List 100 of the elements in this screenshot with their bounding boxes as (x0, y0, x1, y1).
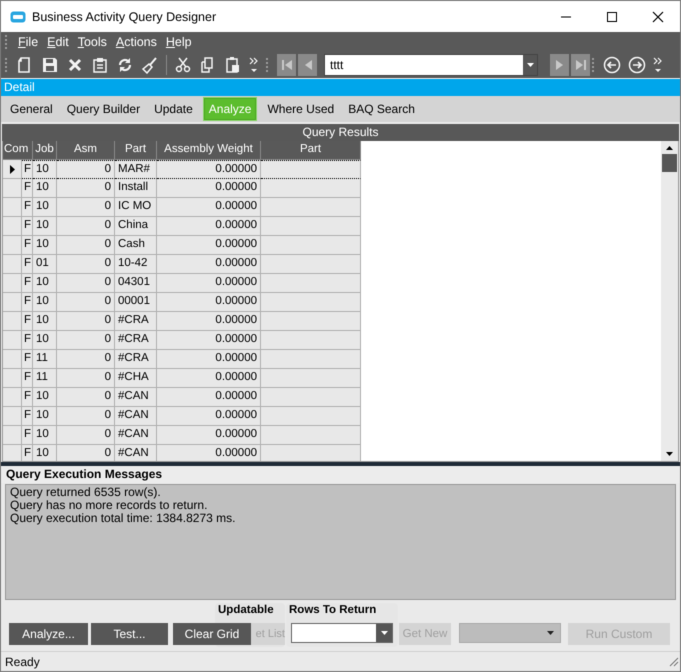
table-cell: 10 (33, 407, 57, 426)
table-cell: 0 (57, 198, 115, 217)
record-field[interactable]: tttt (324, 54, 538, 76)
rows-combo[interactable] (291, 623, 393, 643)
save-icon[interactable] (41, 56, 59, 74)
menu-item[interactable]: Edit (47, 35, 69, 49)
table-cell: F (22, 255, 33, 274)
maximize-icon[interactable] (606, 10, 618, 22)
table-cell: 10 (33, 217, 57, 236)
column-header[interactable]: Assembly Weight (157, 141, 261, 160)
table-cell: 10 (33, 312, 57, 331)
delete-icon[interactable] (66, 56, 84, 74)
column-header[interactable]: Part (261, 141, 361, 160)
table-cell: China (115, 217, 157, 236)
table-cell: 00001 (115, 293, 157, 312)
action-button[interactable]: Analyze... (9, 623, 88, 645)
table-cell: 10 (33, 388, 57, 407)
table-cell: #CRA (115, 331, 157, 350)
last-record-icon[interactable] (574, 58, 588, 72)
dropdown-arrow-icon (547, 631, 554, 635)
next-record-button[interactable] (550, 54, 569, 76)
overflow-icon[interactable] (653, 56, 663, 74)
table-cell: 0 (57, 312, 115, 331)
close-icon[interactable] (652, 10, 664, 22)
action-button[interactable]: Test... (91, 623, 168, 645)
dropdown-arrow-icon (526, 63, 534, 67)
last-record-button[interactable] (571, 54, 590, 76)
table-cell: 11 (33, 369, 57, 388)
table-cell: 0.00000 (157, 331, 261, 350)
panel-title: Updatable (218, 604, 274, 616)
overflow-icon[interactable] (249, 56, 259, 74)
table-cell: F (22, 312, 33, 331)
table-cell: 0.00000 (157, 388, 261, 407)
menu-item[interactable]: Actions (116, 35, 157, 49)
table-cell: F (22, 160, 33, 179)
tab[interactable]: Query Builder (60, 99, 148, 119)
table-cell: 0 (57, 236, 115, 255)
table-cell: #CHA (115, 369, 157, 388)
current-row-icon (10, 164, 14, 174)
table-cell: 01 (33, 255, 57, 274)
scroll-up-icon[interactable] (666, 146, 674, 150)
table-cell: 10 (33, 426, 57, 445)
menu-item[interactable]: Help (166, 35, 192, 49)
table-cell: F (22, 236, 33, 255)
table-cell: 0 (57, 369, 115, 388)
first-record-button[interactable] (277, 54, 296, 76)
scroll-down-icon[interactable] (666, 452, 674, 456)
table-cell: Cash (115, 236, 157, 255)
scissors-icon[interactable] (174, 56, 192, 74)
status-text: Ready (5, 655, 40, 669)
tab[interactable]: General (3, 99, 60, 119)
table-cell: 10 (33, 331, 57, 350)
table-cell: 10 (33, 160, 57, 179)
action-button[interactable]: Clear Grid (173, 623, 251, 645)
scroll-thumb[interactable] (662, 154, 678, 172)
table-cell: 11 (33, 350, 57, 369)
table-cell: 10 (33, 293, 57, 312)
column-header[interactable]: Com (3, 141, 33, 160)
menu-item[interactable]: File (18, 35, 38, 49)
tab[interactable]: Update (147, 99, 200, 119)
table-cell: 0.00000 (157, 198, 261, 217)
table-cell: IC MO (115, 198, 157, 217)
app-icon (10, 10, 26, 22)
first-record-icon[interactable] (280, 58, 294, 72)
clipboard-icon[interactable] (91, 56, 109, 74)
dropdown-arrow-icon (380, 631, 388, 635)
paste-icon[interactable] (224, 56, 242, 74)
column-header[interactable]: Job (33, 141, 57, 160)
table-cell: F (22, 407, 33, 426)
column-header[interactable]: Part (115, 141, 157, 160)
table-cell: 0.00000 (157, 426, 261, 445)
column-header[interactable]: Asm (57, 141, 115, 160)
table-cell: 0.00000 (157, 236, 261, 255)
refresh-icon[interactable] (116, 56, 134, 74)
table-cell: 10 (33, 236, 57, 255)
table-cell: 0.00000 (157, 274, 261, 293)
tab[interactable]: BAQ Search (341, 99, 422, 119)
menu-item[interactable]: Tools (78, 35, 107, 49)
table-cell: F (22, 369, 33, 388)
table-cell: 0.00000 (157, 255, 261, 274)
table-cell: 0.00000 (157, 160, 261, 179)
table-cell: F (22, 274, 33, 293)
table-cell: 0 (57, 388, 115, 407)
table-cell: F (22, 217, 33, 236)
table-cell: 0.00000 (157, 445, 261, 461)
message-text: Query has no more records to return. (10, 499, 208, 512)
previous-record-button[interactable] (298, 54, 317, 76)
table-cell: F (22, 388, 33, 407)
vertical-scrollbar[interactable] (661, 141, 678, 461)
table-cell: 10-42 (115, 255, 157, 274)
table-cell: 10 (33, 179, 57, 198)
broom-icon[interactable] (141, 56, 159, 74)
table-cell: 0 (57, 331, 115, 350)
table-cell: F (22, 293, 33, 312)
table-cell: F (22, 331, 33, 350)
resize-grip-icon[interactable] (669, 657, 679, 667)
table-cell: 04301 (115, 274, 157, 293)
row-selector[interactable] (3, 160, 22, 179)
tab[interactable]: Where Used (260, 99, 342, 119)
table-cell: 0 (57, 426, 115, 445)
